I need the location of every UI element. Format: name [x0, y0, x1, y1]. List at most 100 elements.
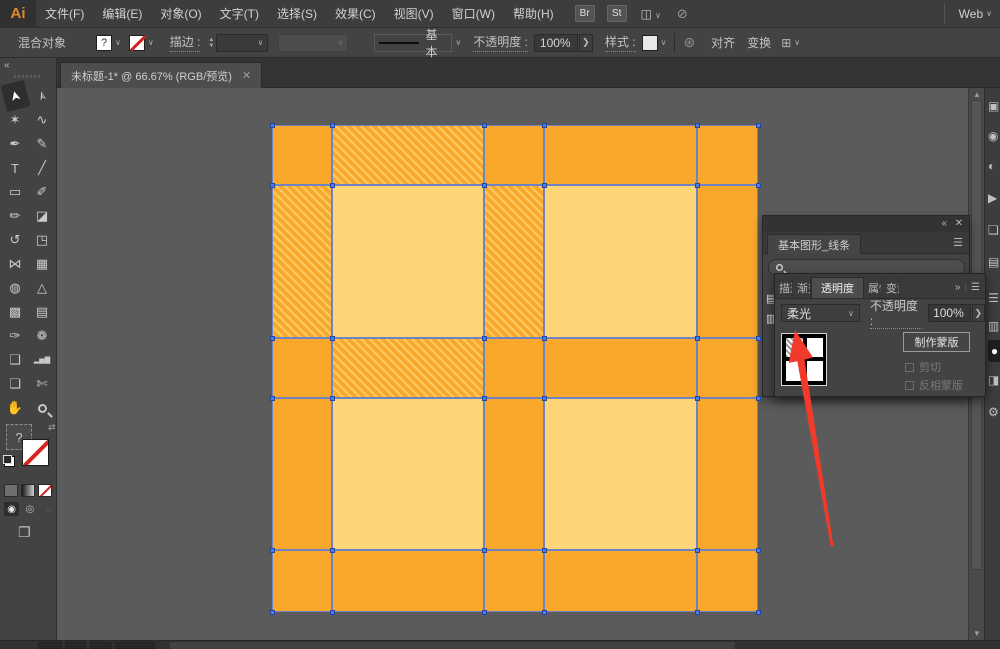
plaid-cell[interactable] [484, 125, 544, 185]
panel-opacity-label[interactable]: 不透明度 : [869, 297, 923, 329]
blend-mode-select[interactable]: 柔光 ∨ [781, 304, 860, 322]
anchor-point[interactable] [694, 182, 700, 188]
dock-panel-icon-9[interactable]: ● [988, 340, 1000, 362]
pencil-tool[interactable]: ✏ [2, 204, 29, 228]
dock-panel-icon-4[interactable]: ▶ [988, 188, 1000, 208]
artboard-export-tool[interactable]: ❑ [2, 348, 29, 372]
anchor-point[interactable] [541, 182, 547, 188]
line-segment-tool[interactable]: ╱ [29, 156, 56, 180]
anchor-point[interactable] [755, 395, 761, 401]
dock-panel-icon-10[interactable]: ◨ [988, 370, 1000, 390]
menu-select[interactable]: 选择(S) [268, 0, 326, 28]
anchor-point[interactable] [481, 395, 487, 401]
stroke-swatch[interactable] [128, 34, 145, 51]
anchor-point[interactable] [755, 122, 761, 128]
plaid-cell[interactable] [332, 398, 484, 550]
anchor-point[interactable] [694, 609, 700, 615]
tab-stroke[interactable]: 描边 [775, 277, 793, 298]
menu-view[interactable]: 视图(V) [385, 0, 443, 28]
dock-panel-icon-7[interactable]: ☰ [988, 288, 1000, 308]
chevron-down-icon[interactable]: ∨ [455, 38, 461, 47]
chevron-down-icon[interactable]: ∨ [148, 38, 154, 47]
plaid-cell[interactable] [272, 550, 332, 612]
opacity-label[interactable]: 不透明度 : [473, 33, 528, 52]
magic-wand-tool[interactable]: ✶ [2, 108, 29, 132]
toolbar-grip[interactable] [14, 75, 42, 78]
mesh-tool[interactable]: ▩ [2, 300, 29, 324]
plaid-cell[interactable] [484, 338, 544, 398]
anchor-point[interactable] [329, 395, 335, 401]
menu-window[interactable]: 窗口(W) [443, 0, 504, 28]
anchor-point[interactable] [541, 609, 547, 615]
anchor-point[interactable] [269, 609, 275, 615]
invert-mask-checkbox[interactable] [905, 380, 914, 390]
horizontal-scrollbar-thumb[interactable] [170, 642, 735, 649]
rectangle-tool[interactable]: ▭ [2, 180, 29, 204]
artboard-nav-next[interactable] [90, 642, 112, 649]
anchor-point[interactable] [329, 122, 335, 128]
width-tool[interactable]: ⋈ [2, 252, 29, 276]
anchor-point[interactable] [755, 182, 761, 188]
zoom-level-box[interactable] [38, 642, 62, 649]
workspace-switcher[interactable]: Web [959, 7, 983, 21]
anchor-point[interactable] [329, 182, 335, 188]
plaid-cell[interactable] [484, 550, 544, 612]
eraser-tool[interactable]: ◪ [29, 204, 56, 228]
dock-panel-icon-5[interactable]: ❏ [988, 220, 1000, 240]
anchor-point[interactable] [329, 335, 335, 341]
panel-menu-icon[interactable]: ☰ [971, 282, 980, 293]
dock-panel-icon-3[interactable]: ◐ [988, 156, 1000, 176]
anchor-point[interactable] [269, 182, 275, 188]
plaid-cell[interactable] [484, 398, 544, 550]
menu-edit[interactable]: 编辑(E) [93, 0, 151, 28]
make-mask-button[interactable]: 制作蒙版 [903, 332, 970, 352]
slice-tool[interactable]: ✄ [29, 372, 56, 396]
arrange-documents-icon[interactable]: ◫ ∨ [641, 7, 661, 21]
zoom-tool[interactable] [29, 396, 56, 420]
anchor-point[interactable] [481, 335, 487, 341]
anchor-point[interactable] [481, 122, 487, 128]
status-info-box[interactable] [115, 642, 155, 649]
gradient-button[interactable] [21, 484, 35, 497]
menu-help[interactable]: 帮助(H) [504, 0, 563, 28]
hand-tool[interactable]: ✋ [2, 396, 29, 420]
plaid-cell[interactable] [544, 125, 697, 185]
close-tab-icon[interactable]: ✕ [242, 69, 251, 82]
opacity-value[interactable]: 100% [533, 33, 578, 52]
gpu-performance-icon[interactable]: ⊘ [677, 6, 688, 22]
tab-gradient[interactable]: 渐变 [793, 277, 811, 298]
clip-checkbox[interactable] [905, 362, 914, 372]
anchor-point[interactable] [694, 395, 700, 401]
object-thumbnail[interactable] [781, 333, 827, 386]
anchor-point[interactable] [694, 122, 700, 128]
scroll-down-icon[interactable]: ▼ [973, 629, 981, 638]
plaid-cell[interactable] [697, 398, 758, 550]
stock-button[interactable]: St [606, 5, 627, 22]
anchor-point[interactable] [481, 547, 487, 553]
anchor-point[interactable] [755, 609, 761, 615]
paintbrush-tool[interactable]: ✐ [29, 180, 56, 204]
transform-button[interactable]: 变换 [747, 34, 771, 51]
artboard-nav-prev[interactable] [65, 642, 86, 649]
none-button[interactable] [38, 484, 52, 497]
tab-overflow-icon[interactable]: » [955, 282, 961, 293]
dock-panel-icon-8[interactable]: ▥ [988, 316, 1000, 336]
anchor-point[interactable] [541, 122, 547, 128]
menu-file[interactable]: 文件(F) [36, 0, 93, 28]
plaid-cell[interactable] [332, 338, 484, 398]
default-fill-stroke-icon[interactable] [3, 455, 15, 467]
plaid-cell[interactable] [332, 185, 484, 338]
graph-tool[interactable]: ▂▅▇ [29, 348, 56, 372]
symbol-sprayer-tool[interactable]: ❁ [29, 324, 56, 348]
chevron-down-icon[interactable]: ∨ [115, 38, 121, 47]
gradient-tool[interactable]: ▤ [29, 300, 56, 324]
artboard[interactable] [269, 122, 761, 615]
plaid-cell[interactable] [332, 125, 484, 185]
draw-behind-icon[interactable]: ◎ [22, 502, 37, 516]
dock-panel-icon-11[interactable]: ⚙ [988, 402, 1000, 422]
plaid-cell[interactable] [272, 185, 332, 338]
type-tool[interactable]: T [2, 156, 29, 180]
free-transform-tool[interactable]: ▦ [29, 252, 56, 276]
plaid-cell[interactable] [272, 338, 332, 398]
plaid-cell[interactable] [697, 338, 758, 398]
